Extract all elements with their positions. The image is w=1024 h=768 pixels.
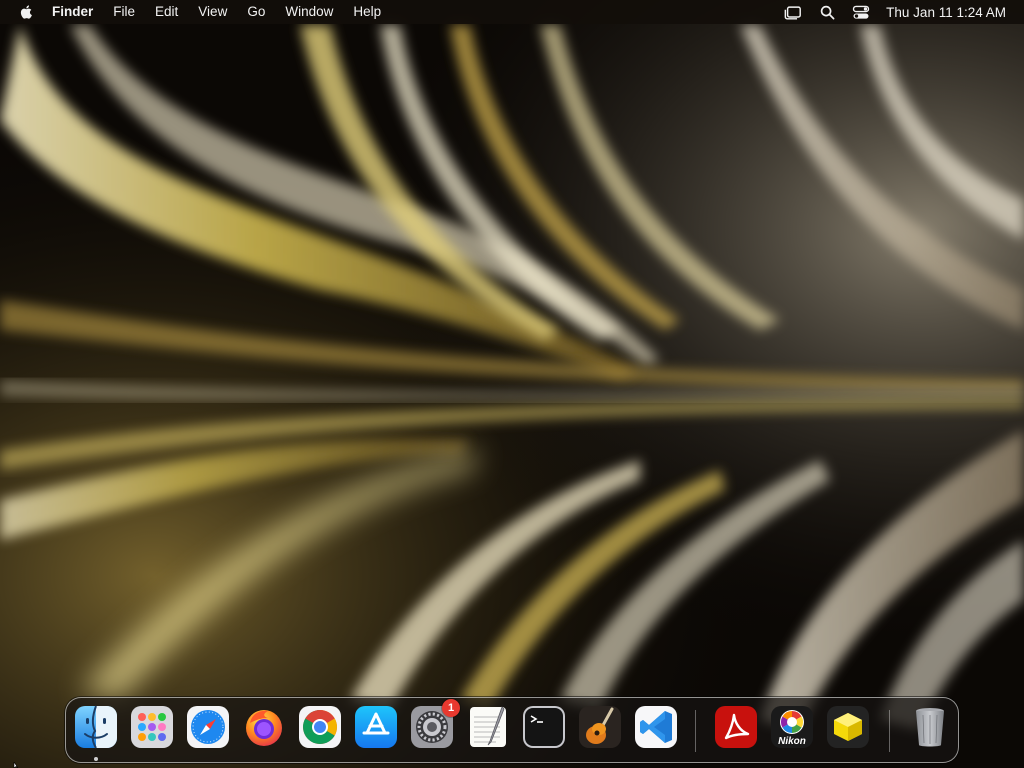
- search-icon[interactable]: [818, 3, 836, 21]
- dock-firefox[interactable]: [242, 705, 286, 749]
- dock-terminal[interactable]: [522, 705, 566, 749]
- finder-icon: [75, 705, 117, 749]
- menu-app-name[interactable]: Finder: [48, 0, 103, 24]
- menu-go[interactable]: Go: [237, 0, 275, 24]
- dock-acrobat[interactable]: [714, 705, 758, 749]
- menu-bar: Finder File Edit View Go Window Help Thu…: [0, 0, 1024, 24]
- dock-chrome[interactable]: [298, 705, 342, 749]
- dock-garageband[interactable]: [578, 705, 622, 749]
- dock-textedit[interactable]: [466, 705, 510, 749]
- control-center-icon[interactable]: [852, 3, 870, 21]
- terminal-icon: [523, 706, 565, 748]
- menu-help[interactable]: Help: [343, 0, 391, 24]
- chrome-icon: [299, 706, 341, 748]
- apple-menu-icon[interactable]: [18, 3, 36, 21]
- nikon-label: Nikon: [778, 736, 806, 747]
- mouse-cursor-icon: [13, 762, 19, 768]
- dock-finder[interactable]: [74, 705, 118, 749]
- dock-trash[interactable]: [908, 705, 952, 749]
- trash-icon: [916, 708, 944, 747]
- dock-safari[interactable]: [186, 705, 230, 749]
- garageband-icon: [579, 706, 621, 748]
- launchpad-icon: [131, 706, 173, 748]
- dock: 1 Nikon: [65, 697, 959, 763]
- acrobat-icon: [715, 706, 757, 748]
- dock-yellow-cube-app[interactable]: [826, 705, 870, 749]
- dock-nikon[interactable]: Nikon: [770, 705, 814, 749]
- app-store-icon: [355, 706, 397, 748]
- window-switch-icon[interactable]: [784, 3, 802, 21]
- menu-file[interactable]: File: [103, 0, 145, 24]
- vscode-icon: [635, 706, 677, 748]
- safari-icon: [187, 706, 229, 748]
- notification-badge: 1: [442, 699, 460, 717]
- dock-separator: [695, 710, 696, 752]
- dock-launchpad[interactable]: [130, 705, 174, 749]
- menu-edit[interactable]: Edit: [145, 0, 188, 24]
- dock-app-store[interactable]: [354, 705, 398, 749]
- menu-view[interactable]: View: [188, 0, 237, 24]
- dock-system-settings[interactable]: 1: [410, 699, 460, 749]
- finder-running-indicator: [94, 757, 98, 761]
- yellow-cube-icon: [827, 706, 869, 748]
- menubar-clock[interactable]: Thu Jan 11 1:24 AM: [886, 5, 1006, 20]
- dock-vscode[interactable]: [634, 705, 678, 749]
- menu-window[interactable]: Window: [275, 0, 343, 24]
- desktop-wallpaper: [0, 0, 1024, 768]
- firefox-icon: [246, 710, 282, 746]
- textedit-icon: [470, 706, 506, 747]
- dock-separator: [889, 710, 890, 752]
